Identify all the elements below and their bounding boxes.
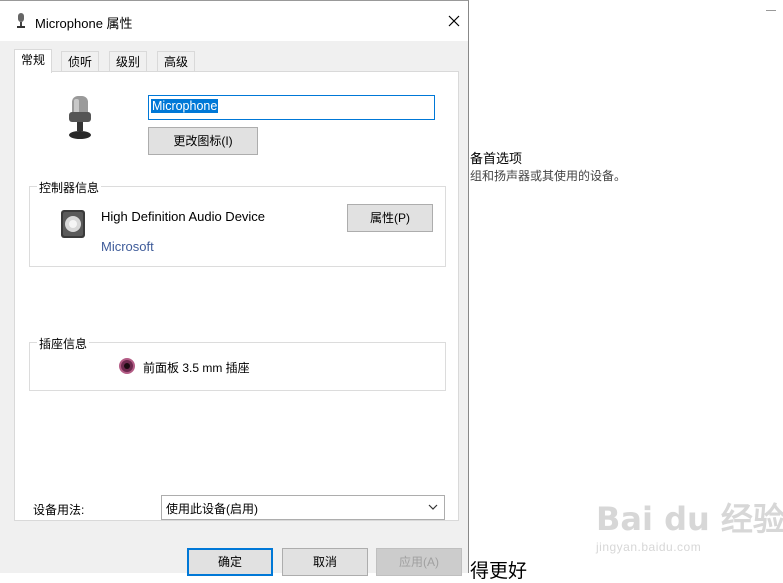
device-usage-label: 设备用法: <box>33 503 85 517</box>
controller-manufacturer: Microsoft <box>101 239 154 254</box>
tab-listen[interactable]: 侦听 <box>61 51 100 72</box>
device-name-input[interactable]: Microphone <box>148 95 435 120</box>
tab-advanced[interactable]: 高级 <box>157 51 196 72</box>
window-title: Microphone 属性 <box>35 16 133 31</box>
controller-info-group: 控制器信息 High Definition Audio Device Micro… <box>29 179 446 267</box>
device-name-selected-text: Microphone <box>151 99 219 113</box>
controller-info-label: 控制器信息 <box>37 179 102 196</box>
device-usage-select[interactable]: 使用此设备(启用) <box>161 495 445 520</box>
background-divider <box>766 10 776 11</box>
general-tab-panel: Microphone 更改图标(I) 控制器信息 High Definition… <box>14 71 459 521</box>
watermark-url: jingyan.baidu.com <box>596 540 702 554</box>
speaker-icon <box>61 210 85 238</box>
chevron-down-icon <box>428 504 438 510</box>
jack-info-label: 插座信息 <box>37 335 90 352</box>
background-bottom-text: 得更好 <box>470 561 528 582</box>
background-description: 组和扬声器或其使用的设备。 <box>470 169 627 183</box>
jack-color-icon <box>119 358 135 374</box>
microphone-properties-dialog: Microphone 属性 常规 侦听 级别 高级 Microphone 更改图… <box>0 0 469 576</box>
change-icon-button[interactable]: 更改图标(I) <box>148 127 258 155</box>
background-heading: 备首选项 <box>470 151 523 166</box>
tab-general[interactable]: 常规 <box>14 49 53 73</box>
tab-levels[interactable]: 级别 <box>109 51 148 72</box>
close-icon <box>448 15 460 27</box>
apply-button[interactable]: 应用(A) <box>376 548 462 576</box>
jack-description: 前面板 3.5 mm 插座 <box>143 361 250 375</box>
title-bar[interactable]: Microphone 属性 <box>0 1 468 41</box>
baidu-watermark: Bai du 经验 jingyan.baidu.com <box>596 494 783 554</box>
microphone-icon <box>69 96 91 139</box>
properties-button[interactable]: 属性(P) <box>347 204 433 232</box>
cancel-button[interactable]: 取消 <box>282 548 368 576</box>
jack-info-group: 插座信息 前面板 3.5 mm 插座 <box>29 335 446 391</box>
controller-name: High Definition Audio Device <box>101 209 266 224</box>
watermark-logo: Bai du 经验 <box>596 500 783 538</box>
device-usage-value: 使用此设备(启用) <box>166 502 258 516</box>
ok-button[interactable]: 确定 <box>187 548 273 576</box>
close-button[interactable] <box>440 7 468 35</box>
microphone-icon <box>17 13 25 28</box>
